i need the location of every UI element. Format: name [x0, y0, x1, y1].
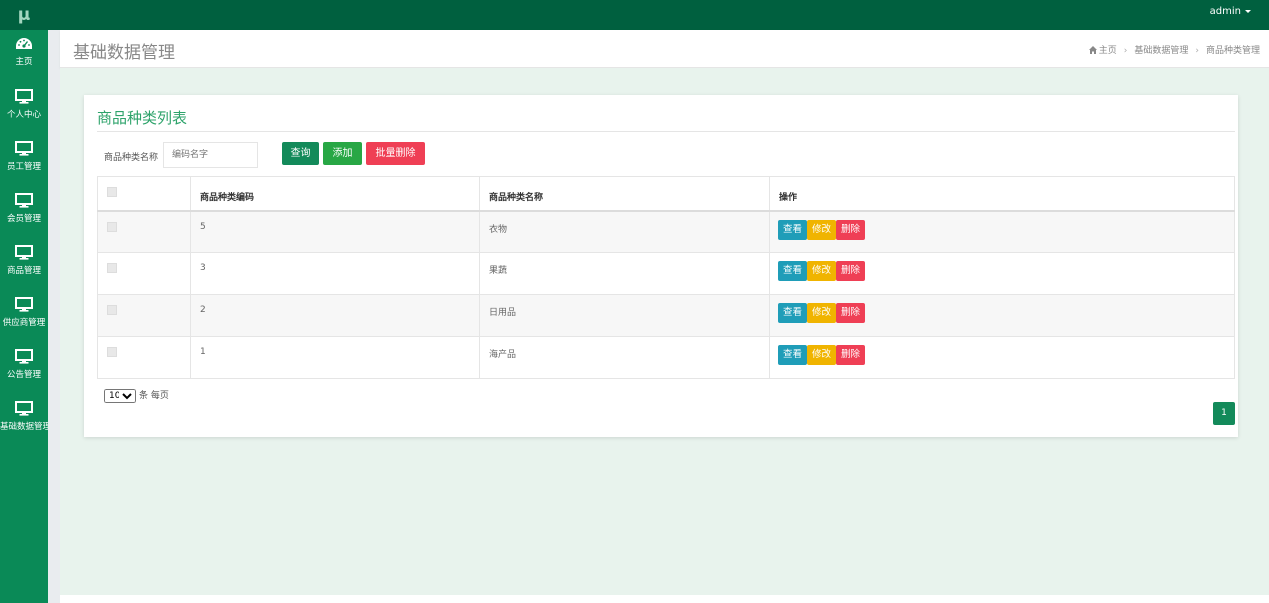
- sidebar-item-label: 员工管理: [6, 162, 41, 172]
- actions-cell: 查看 修改 删除: [769, 210, 1235, 253]
- select-all-checkbox[interactable]: [107, 187, 117, 197]
- sidebar-item-label: 供应商管理: [2, 318, 46, 328]
- column-header: 商品种类编码: [190, 176, 480, 212]
- checkbox-cell: [97, 336, 191, 379]
- sidebar-item-label: 个人中心: [6, 110, 41, 120]
- content-area: 商品种类列表 商品种类名称 查询 添加 批量删除 商品种类编码 商品种类名称 操…: [60, 68, 1269, 595]
- category-list-panel: 商品种类列表 商品种类名称 查询 添加 批量删除 商品种类编码 商品种类名称 操…: [84, 95, 1238, 437]
- checkbox-cell: [97, 294, 191, 337]
- edit-button[interactable]: 修改: [807, 261, 837, 281]
- query-button[interactable]: 查询: [282, 142, 319, 165]
- divider: [97, 131, 1235, 132]
- monitor-icon: [15, 193, 33, 208]
- page-button-current[interactable]: 1: [1213, 402, 1235, 425]
- search-label: 商品种类名称: [104, 153, 159, 163]
- checkbox-cell: [97, 252, 191, 295]
- row-checkbox[interactable]: [107, 305, 117, 315]
- delete-button[interactable]: 删除: [836, 345, 866, 365]
- actions-cell: 查看 修改 删除: [769, 336, 1235, 379]
- page-header: 基础数据管理 主页 › 基础数据管理 › 商品种类管理: [60, 30, 1269, 68]
- table-row: 2 日用品 查看 修改 删除: [97, 294, 1235, 337]
- monitor-icon: [15, 141, 33, 156]
- footer-strip: [60, 595, 1269, 603]
- delete-button[interactable]: 删除: [836, 303, 866, 323]
- sidebar: 主页 个人中心 员工管理 会员管理 商品管理 供应商管理 公告管理 基础数据管理: [0, 30, 52, 603]
- sidebar-item-suppliers[interactable]: 供应商管理: [0, 290, 48, 342]
- sidebar-item-label: 商品管理: [6, 266, 41, 276]
- table-row: 3 果蔬 查看 修改 删除: [97, 252, 1235, 295]
- app-logo[interactable]: μ: [0, 0, 48, 30]
- select-all-cell: [97, 176, 191, 212]
- checkbox-cell: [97, 210, 191, 253]
- table-row: 1 海产品 查看 修改 删除: [97, 336, 1235, 379]
- user-menu[interactable]: admin: [1210, 0, 1251, 30]
- column-header: 商品种类名称: [479, 176, 770, 212]
- edit-button[interactable]: 修改: [807, 345, 837, 365]
- sidebar-item-notices[interactable]: 公告管理: [0, 342, 48, 394]
- table-row: 5 衣物 查看 修改 删除: [97, 210, 1235, 253]
- panel-title: 商品种类列表: [97, 109, 188, 127]
- view-button[interactable]: 查看: [778, 261, 808, 281]
- code-cell: 1: [190, 336, 480, 379]
- name-cell: 日用品: [479, 294, 770, 337]
- table-header-row: 商品种类编码 商品种类名称 操作: [97, 176, 1235, 212]
- sidebar-item-members[interactable]: 会员管理: [0, 186, 48, 238]
- sidebar-item-goods[interactable]: 商品管理: [0, 238, 48, 290]
- home-icon: [1088, 46, 1097, 54]
- view-button[interactable]: 查看: [778, 219, 808, 240]
- edit-button[interactable]: 修改: [807, 219, 837, 240]
- breadcrumb-separator: ›: [1123, 46, 1128, 56]
- sidebar-item-label: 会员管理: [6, 214, 41, 224]
- monitor-icon: [15, 349, 33, 364]
- code-cell: 2: [190, 294, 480, 337]
- monitor-icon: [15, 89, 33, 104]
- sidebar-item-home[interactable]: 主页: [0, 30, 48, 82]
- username: admin: [1209, 6, 1241, 17]
- row-checkbox[interactable]: [107, 347, 117, 357]
- column-header: 操作: [769, 176, 1235, 212]
- search-input[interactable]: [163, 142, 258, 168]
- monitor-icon: [15, 297, 33, 312]
- page-size-suffix: 条 每页: [139, 391, 169, 401]
- name-cell: 衣物: [479, 210, 770, 253]
- category-table: 商品种类编码 商品种类名称 操作 5 衣物 查看 修改 删除 3 果蔬 查看 修改 删除: [97, 176, 1235, 379]
- actions-cell: 查看 修改 删除: [769, 252, 1235, 295]
- breadcrumb-current: 商品种类管理: [1205, 46, 1260, 56]
- page-title: 基础数据管理: [73, 43, 175, 63]
- caret-down-icon: [1245, 9, 1251, 13]
- batch-delete-button[interactable]: 批量删除: [366, 142, 425, 165]
- row-checkbox[interactable]: [107, 221, 117, 232]
- sidebar-item-label: 主页: [15, 57, 33, 67]
- monitor-icon: [15, 401, 33, 416]
- sidebar-item-profile[interactable]: 个人中心: [0, 82, 48, 134]
- edit-button[interactable]: 修改: [807, 303, 837, 323]
- sidebar-item-basic-data[interactable]: 基础数据管理: [0, 394, 52, 446]
- monitor-icon: [15, 245, 33, 260]
- breadcrumb-basic-data[interactable]: 基础数据管理: [1134, 46, 1188, 56]
- breadcrumb-home[interactable]: 主页: [1099, 46, 1117, 56]
- add-button[interactable]: 添加: [323, 142, 362, 165]
- delete-button[interactable]: 删除: [836, 261, 866, 281]
- top-bar: μ admin: [0, 0, 1269, 30]
- view-button[interactable]: 查看: [778, 303, 808, 323]
- actions-cell: 查看 修改 删除: [769, 294, 1235, 337]
- page-size-select[interactable]: 10: [104, 389, 136, 403]
- breadcrumb-separator: ›: [1195, 46, 1199, 56]
- page-size-control: 10条 每页: [104, 388, 169, 403]
- code-cell: 5: [190, 210, 480, 253]
- sidebar-item-staff[interactable]: 员工管理: [0, 134, 48, 186]
- name-cell: 果蔬: [479, 252, 770, 295]
- name-cell: 海产品: [479, 336, 770, 379]
- sidebar-item-label: 公告管理: [6, 370, 41, 380]
- sidebar-item-label: 基础数据管理: [0, 422, 52, 432]
- code-cell: 3: [190, 252, 480, 295]
- sidebar-edge: [48, 30, 60, 603]
- row-checkbox[interactable]: [107, 263, 117, 273]
- delete-button[interactable]: 删除: [836, 219, 866, 240]
- view-button[interactable]: 查看: [778, 345, 808, 365]
- dashboard-icon: [16, 38, 32, 49]
- breadcrumb: 主页 › 基础数据管理 › 商品种类管理: [1088, 43, 1260, 56]
